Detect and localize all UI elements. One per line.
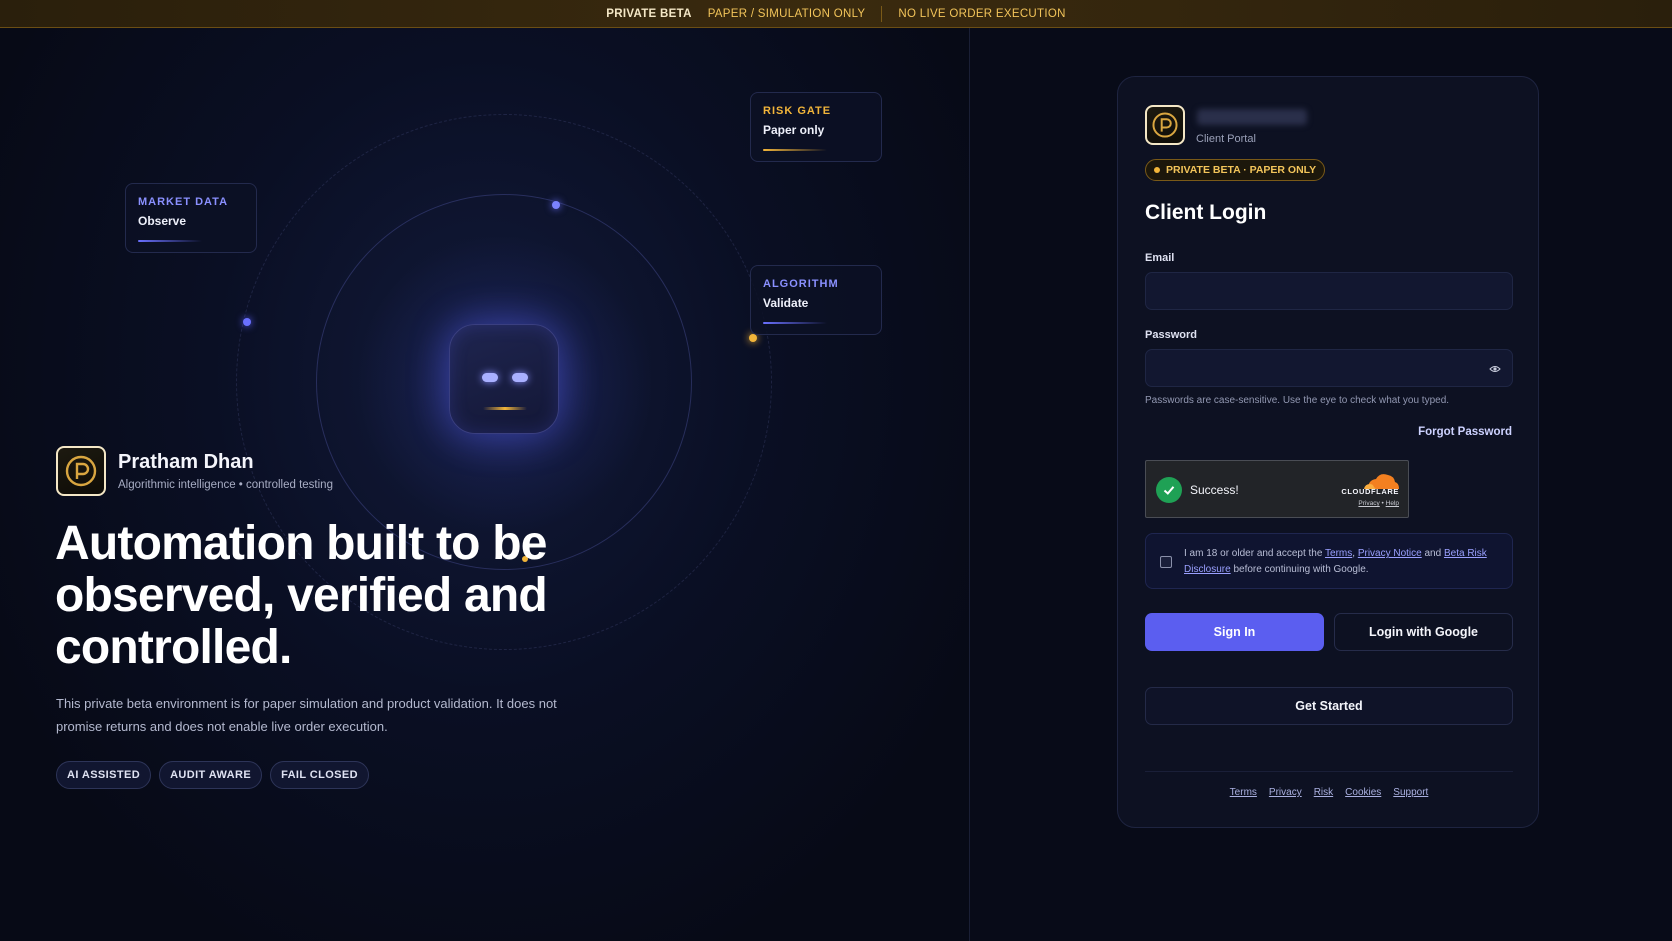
card-bar bbox=[763, 322, 827, 324]
captcha-links: Privacy • Help bbox=[1358, 500, 1399, 507]
banner-secondary: PAPER / SIMULATION ONLY bbox=[707, 7, 866, 20]
footer-cookies-link[interactable]: Cookies bbox=[1345, 787, 1381, 798]
forgot-password-link[interactable]: Forgot Password bbox=[1418, 426, 1512, 438]
robot-eye bbox=[512, 373, 528, 382]
pill-fail-closed: FAIL CLOSED bbox=[270, 761, 369, 789]
consent-and: and bbox=[1421, 548, 1444, 559]
banner-primary: PRIVATE BETA bbox=[606, 7, 692, 20]
card-title: ALGORITHM bbox=[763, 278, 839, 290]
footer-divider bbox=[1145, 771, 1513, 772]
card-bar bbox=[763, 149, 827, 151]
password-label: Password bbox=[1145, 329, 1197, 341]
footer-risk-link[interactable]: Risk bbox=[1314, 787, 1333, 798]
sign-in-button[interactable]: Sign In bbox=[1145, 613, 1324, 651]
banner-divider bbox=[881, 5, 883, 22]
privacy-notice-link[interactable]: Privacy Notice bbox=[1358, 548, 1422, 559]
market-data-card: MARKET DATA Observe bbox=[125, 183, 257, 253]
consent-suffix: before continuing with Google. bbox=[1230, 564, 1369, 575]
email-label: Email bbox=[1145, 252, 1175, 264]
footer-support-link[interactable]: Support bbox=[1393, 787, 1428, 798]
login-title: Client Login bbox=[1145, 201, 1267, 224]
brand-tagline: Algorithmic intelligence • controlled te… bbox=[118, 479, 333, 491]
consent-checkbox[interactable] bbox=[1160, 556, 1172, 568]
hero-description: This private beta environment is for pap… bbox=[56, 696, 557, 734]
terms-link[interactable]: Terms bbox=[1325, 548, 1352, 559]
robot-mouth bbox=[483, 407, 527, 410]
password-hint: Passwords are case-sensitive. Use the ey… bbox=[1145, 395, 1450, 406]
google-login-button[interactable]: Login with Google bbox=[1334, 613, 1513, 651]
brand-logo-icon bbox=[56, 446, 106, 496]
robot-eye bbox=[482, 373, 498, 382]
hero-headline: Automation built to be observed, verifie… bbox=[55, 517, 548, 674]
portal-name-redacted bbox=[1197, 109, 1307, 125]
footer-privacy-link[interactable]: Privacy bbox=[1269, 787, 1302, 798]
get-started-button[interactable]: Get Started bbox=[1145, 687, 1513, 725]
consent-box: I am 18 or older and accept the Terms, P… bbox=[1145, 533, 1513, 589]
card-title: RISK GATE bbox=[763, 105, 832, 117]
orbit-dot-gold bbox=[749, 334, 757, 342]
cloudflare-turnstile[interactable]: Success! CLOUDFLARE Privacy • Help bbox=[1145, 460, 1409, 518]
login-section: Client Portal PRIVATE BETA · PAPER ONLY … bbox=[970, 28, 1672, 941]
card-bar bbox=[138, 240, 202, 242]
pill-audit-aware: AUDIT AWARE bbox=[159, 761, 263, 789]
feature-pills: AI ASSISTED AUDIT AWARE FAIL CLOSED bbox=[56, 761, 369, 789]
show-password-eye-icon[interactable] bbox=[1488, 362, 1502, 376]
robot-face-icon bbox=[449, 324, 559, 434]
success-check-icon bbox=[1156, 477, 1182, 503]
banner-tertiary: NO LIVE ORDER EXECUTION bbox=[898, 7, 1066, 20]
portal-label: Client Portal bbox=[1196, 133, 1256, 145]
consent-prefix: I am 18 or older and accept the bbox=[1184, 548, 1326, 559]
password-field-wrapper bbox=[1145, 349, 1513, 387]
pill-ai-assisted: AI ASSISTED bbox=[56, 761, 152, 789]
email-field-wrapper bbox=[1145, 272, 1513, 310]
badge-dot-icon bbox=[1154, 167, 1160, 173]
portal-logo-icon bbox=[1145, 105, 1185, 145]
captcha-status: Success! bbox=[1190, 483, 1239, 497]
captcha-privacy-link[interactable]: Privacy bbox=[1358, 500, 1379, 507]
algorithm-card: ALGORITHM Validate bbox=[750, 265, 882, 335]
beta-badge: PRIVATE BETA · PAPER ONLY bbox=[1145, 159, 1326, 181]
password-field[interactable] bbox=[1146, 350, 1512, 386]
hero-section: MARKET DATA Observe RISK GATE Paper only… bbox=[0, 28, 969, 941]
footer-terms-link[interactable]: Terms bbox=[1230, 787, 1257, 798]
card-subtitle: Validate bbox=[763, 296, 809, 310]
card-subtitle: Observe bbox=[138, 214, 187, 228]
brand-name: Pratham Dhan bbox=[118, 451, 254, 473]
brand-block: Pratham Dhan Algorithmic intelligence • … bbox=[56, 446, 333, 496]
card-title: MARKET DATA bbox=[138, 196, 229, 208]
beta-banner: PRIVATE BETA PAPER / SIMULATION ONLY NO … bbox=[0, 0, 1672, 28]
consent-text: I am 18 or older and accept the Terms, P… bbox=[1184, 546, 1502, 578]
orbit-dot bbox=[243, 318, 251, 326]
risk-gate-card: RISK GATE Paper only bbox=[750, 92, 882, 162]
card-subtitle: Paper only bbox=[763, 123, 825, 137]
badge-text: PRIVATE BETA · PAPER ONLY bbox=[1166, 164, 1317, 176]
login-panel: Client Portal PRIVATE BETA · PAPER ONLY … bbox=[1117, 76, 1539, 828]
footer-links: Terms Privacy Risk Cookies Support bbox=[1145, 787, 1513, 798]
captcha-help-link[interactable]: Help bbox=[1386, 500, 1399, 507]
captcha-provider: CLOUDFLARE bbox=[1341, 487, 1399, 496]
orbit-dot bbox=[552, 201, 560, 209]
email-field[interactable] bbox=[1146, 273, 1512, 309]
